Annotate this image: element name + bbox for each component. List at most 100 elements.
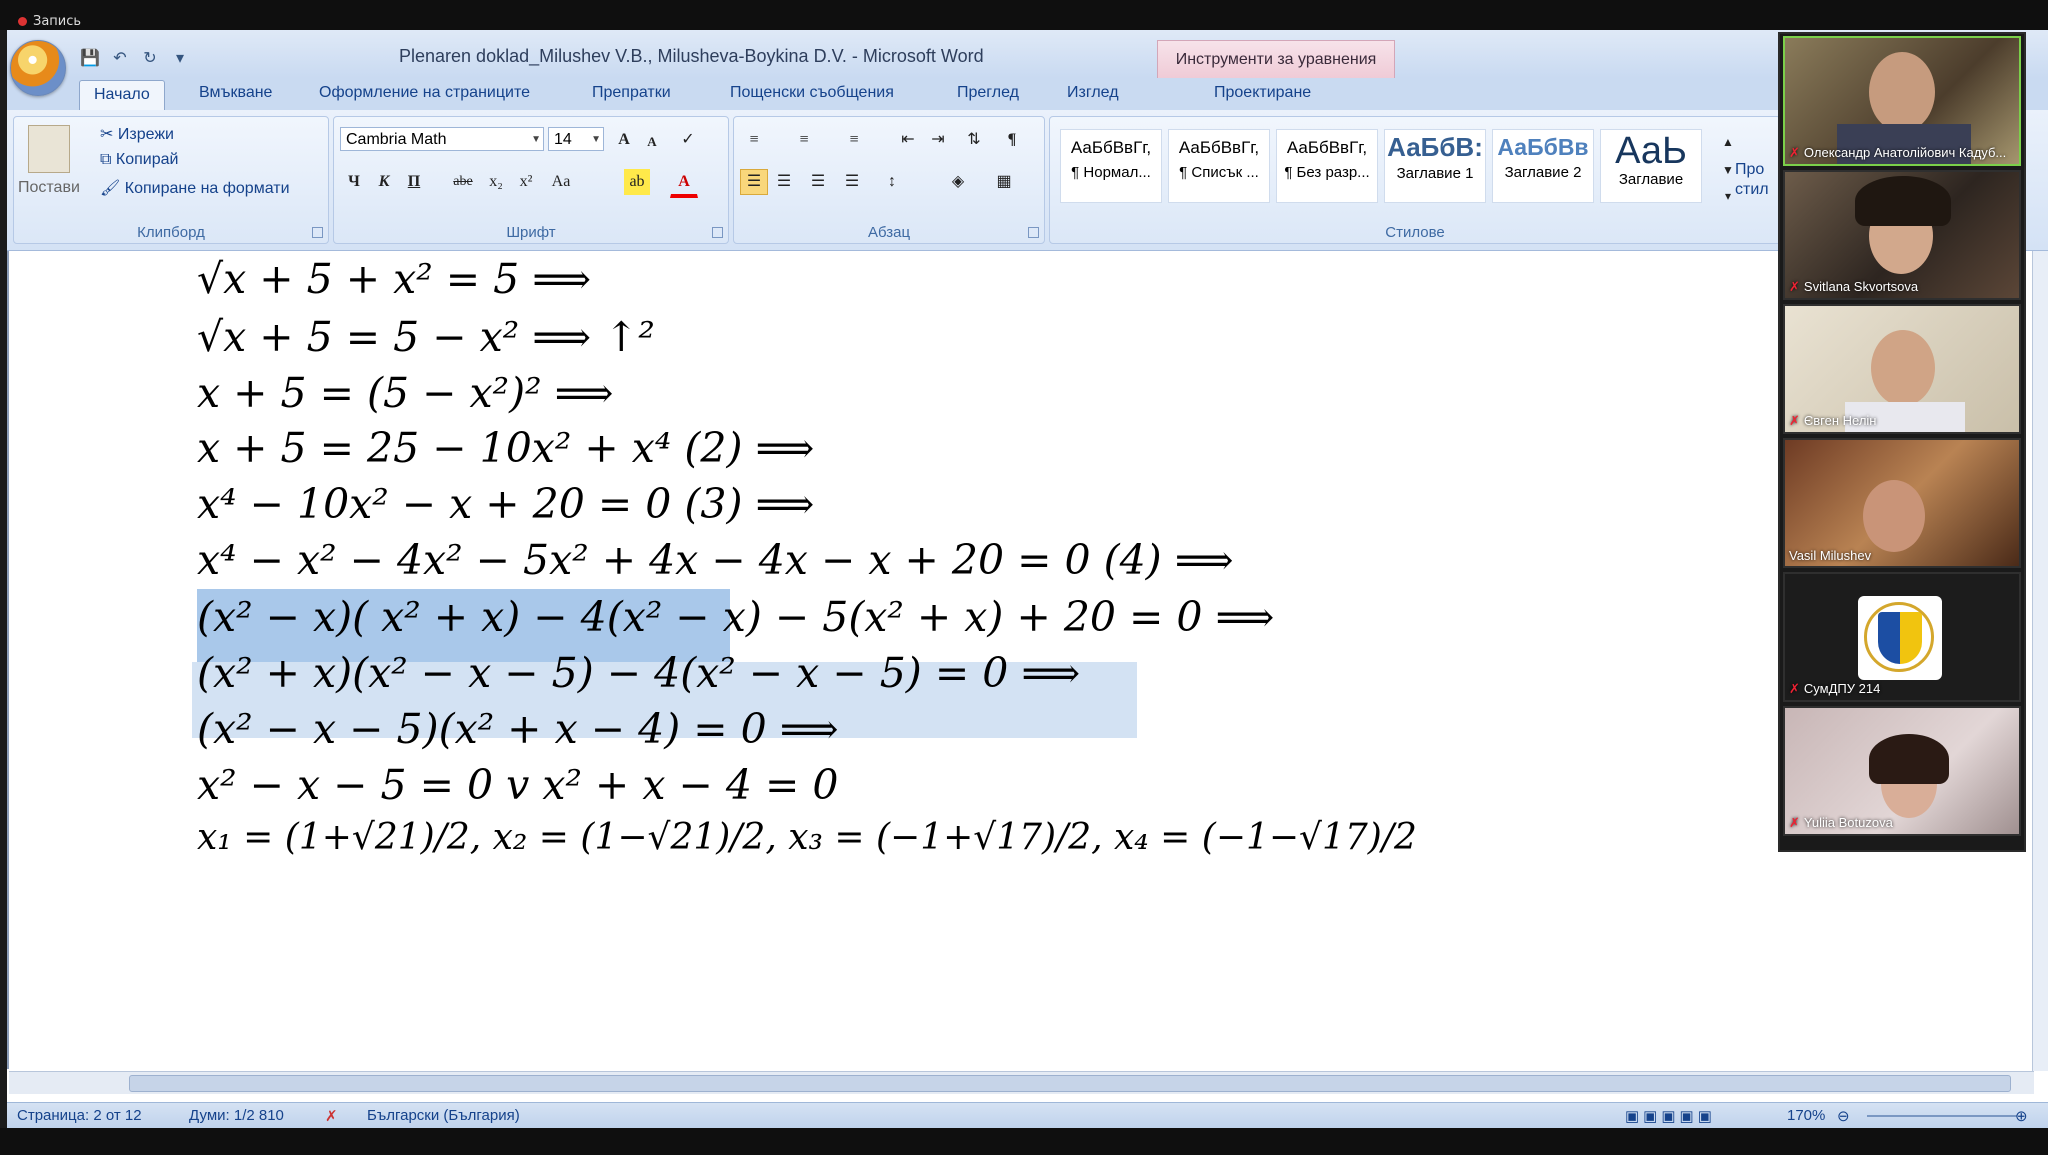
- horizontal-scrollbar[interactable]: [9, 1071, 2034, 1094]
- participant-tile[interactable]: ✗ Олександр Анатолійович Кадуб...: [1783, 36, 2021, 166]
- zoom-slider[interactable]: [1867, 1115, 2017, 1117]
- paragraph-launcher-icon[interactable]: [1028, 227, 1039, 238]
- zoom-in-icon[interactable]: ⊕: [2015, 1107, 2028, 1125]
- shading-icon[interactable]: ◈: [944, 169, 972, 195]
- tab-design[interactable]: Проектиране: [1214, 84, 1311, 102]
- participant-hair: [1855, 176, 1951, 226]
- font-color-icon[interactable]: A: [670, 169, 698, 198]
- tab-page-layout[interactable]: Оформление на страниците: [319, 84, 530, 102]
- font-name-combo[interactable]: Cambria Math ▼: [340, 127, 544, 151]
- numbering-icon[interactable]: ≡: [790, 127, 818, 153]
- equation-line[interactable]: x⁴ − x² − 4x² − 5x² + 4x − 4x − x + 20 =…: [197, 536, 1233, 584]
- tab-review[interactable]: Преглед: [957, 84, 1019, 102]
- clipboard-launcher-icon[interactable]: [312, 227, 323, 238]
- word-count[interactable]: Думи: 1/2 810: [189, 1107, 284, 1124]
- equation-line[interactable]: (x² − x − 5)(x² + x − 4) = 0 ⟹: [197, 705, 839, 753]
- redo-icon[interactable]: ↻: [139, 48, 161, 67]
- strikethrough-button[interactable]: abe: [446, 169, 480, 195]
- equation-line[interactable]: (x² − x)( x² + x) − 4(x² − x) − 5(x² + x…: [197, 593, 1274, 641]
- equation-line[interactable]: x⁴ − 10x² − x + 20 = 0 (3) ⟹: [197, 480, 814, 528]
- equation-line[interactable]: x + 5 = (5 − x²)² ⟹: [197, 369, 613, 417]
- window-title: Plenaren doklad_Milushev V.B., Milusheva…: [399, 46, 984, 66]
- style-name: Заглавие 1: [1396, 165, 1474, 182]
- italic-button[interactable]: К: [370, 169, 398, 195]
- participant-tile[interactable]: ✗ Євген Нелін: [1783, 304, 2021, 434]
- styles-scroll-up-icon[interactable]: ▲: [1714, 129, 1742, 155]
- format-painter-label: Копиране на формати: [124, 180, 290, 197]
- style-list[interactable]: АаБбВвГг, ¶ Списък ...: [1168, 129, 1270, 203]
- increase-indent-icon[interactable]: ⇥: [924, 127, 952, 153]
- participant-tile[interactable]: ✗ Yuliia Botuzova: [1783, 706, 2021, 836]
- undo-icon[interactable]: ↶: [109, 48, 131, 67]
- underline-button[interactable]: П: [400, 169, 428, 195]
- style-title[interactable]: АаЬ Заглавие: [1600, 129, 1702, 203]
- scroll-thumb[interactable]: [129, 1075, 2011, 1092]
- multilevel-list-icon[interactable]: ≡: [840, 127, 868, 153]
- equation-line[interactable]: x + 5 = 25 − 10x² + x⁴ (2) ⟹: [197, 424, 814, 472]
- align-center-icon[interactable]: ☰: [770, 169, 798, 195]
- decrease-indent-icon[interactable]: ⇤: [894, 127, 922, 153]
- change-styles-button[interactable]: Про стил: [1735, 160, 1769, 200]
- style-normal[interactable]: АаБбВвГг, ¶ Нормал...: [1060, 129, 1162, 203]
- tab-view[interactable]: Изглед: [1067, 84, 1119, 102]
- equation-line[interactable]: √x + 5 + x² = 5 ⟹: [197, 255, 591, 303]
- proofing-icon[interactable]: ✗: [325, 1107, 338, 1125]
- paste-button[interactable]: Постави: [18, 179, 80, 197]
- borders-icon[interactable]: ▦: [990, 169, 1018, 195]
- paste-icon[interactable]: [28, 125, 70, 173]
- style-name: ¶ Списък ...: [1179, 164, 1259, 181]
- tab-mailings[interactable]: Пощенски съобщения: [730, 84, 894, 102]
- clear-format-icon[interactable]: ✓: [674, 127, 702, 153]
- muted-mic-icon: ✗: [1789, 413, 1800, 428]
- participant-tile[interactable]: ✗ Svitlana Skvortsova: [1783, 170, 2021, 300]
- tab-home[interactable]: Начало: [79, 80, 165, 112]
- view-buttons-icon[interactable]: ▣▣▣▣▣: [1625, 1107, 1735, 1125]
- save-icon[interactable]: 💾: [79, 48, 101, 67]
- copy-button[interactable]: ⧉ Копирай: [100, 151, 178, 169]
- title-bar: 💾 ↶ ↻ ▾ Plenaren doklad_Milushev V.B., M…: [7, 30, 2048, 79]
- brush-icon: 🖌: [100, 180, 125, 197]
- font-size-combo[interactable]: 14 ▼: [548, 127, 604, 151]
- style-heading-1[interactable]: АаБбВ: Заглавие 1: [1384, 129, 1486, 203]
- format-painter-button[interactable]: 🖌 Копиране на формати: [100, 178, 290, 198]
- change-case-button[interactable]: Aa: [544, 169, 578, 195]
- sort-icon[interactable]: ⇅: [960, 127, 988, 153]
- tab-insert[interactable]: Вмъкване: [199, 84, 272, 102]
- show-formatting-button[interactable]: ¶: [998, 127, 1026, 153]
- page-count[interactable]: Страница: 2 от 12: [17, 1107, 142, 1124]
- equation-line[interactable]: (x² + x)(x² − x − 5) − 4(x² − x − 5) = 0…: [197, 649, 1080, 697]
- zoom-out-icon[interactable]: ⊖: [1837, 1107, 1850, 1125]
- participant-tile[interactable]: ✗ СумДПУ 214: [1783, 572, 2021, 702]
- superscript-button[interactable]: x²: [512, 169, 540, 195]
- align-left-icon[interactable]: ☰: [740, 169, 768, 195]
- shrink-font-button[interactable]: A: [638, 129, 666, 155]
- style-no-spacing[interactable]: АаБбВвГг, ¶ Без разр...: [1276, 129, 1378, 203]
- vertical-scrollbar[interactable]: [2032, 251, 2048, 1071]
- style-heading-2[interactable]: АаБбВв Заглавие 2: [1492, 129, 1594, 203]
- office-button[interactable]: [10, 40, 66, 96]
- bold-button[interactable]: Ч: [340, 169, 368, 195]
- justify-icon[interactable]: ☰: [838, 169, 866, 195]
- cut-button[interactable]: ✂ Изрежи: [100, 124, 174, 144]
- font-launcher-icon[interactable]: [712, 227, 723, 238]
- align-right-icon[interactable]: ☰: [804, 169, 832, 195]
- highlight-icon[interactable]: ab: [624, 169, 650, 195]
- grow-font-button[interactable]: A: [610, 127, 638, 153]
- bullets-icon[interactable]: ≡: [740, 127, 768, 153]
- document-page[interactable]: √x + 5 + x² = 5 ⟹ √x + 5 = 5 − x² ⟹ ↑² x…: [7, 251, 1984, 1069]
- zoom-level[interactable]: 170%: [1787, 1107, 1825, 1124]
- equation-line[interactable]: x₁ = (1+√21)/2, x₂ = (1−√21)/2, x₃ = (−1…: [197, 817, 1417, 858]
- participant-face: [1863, 480, 1925, 552]
- line-spacing-icon[interactable]: ↕: [878, 169, 906, 195]
- customize-qat-icon[interactable]: ▾: [169, 48, 191, 67]
- subscript-button[interactable]: x₂: [482, 169, 510, 195]
- university-logo: [1858, 596, 1942, 680]
- equation-line[interactable]: √x + 5 = 5 − x² ⟹ ↑²: [197, 313, 655, 361]
- participant-name: ✗ Svitlana Skvortsova: [1789, 279, 1919, 294]
- tab-references[interactable]: Препратки: [592, 84, 671, 102]
- equation-line[interactable]: x² − x − 5 = 0 v x² + x − 4 = 0: [197, 761, 838, 809]
- language-indicator[interactable]: Български (България): [367, 1107, 520, 1124]
- participant-tile[interactable]: Vasil Milushev: [1783, 438, 2021, 568]
- logo-shield-icon: [1878, 612, 1922, 664]
- recording-bar: Запись: [0, 0, 2048, 30]
